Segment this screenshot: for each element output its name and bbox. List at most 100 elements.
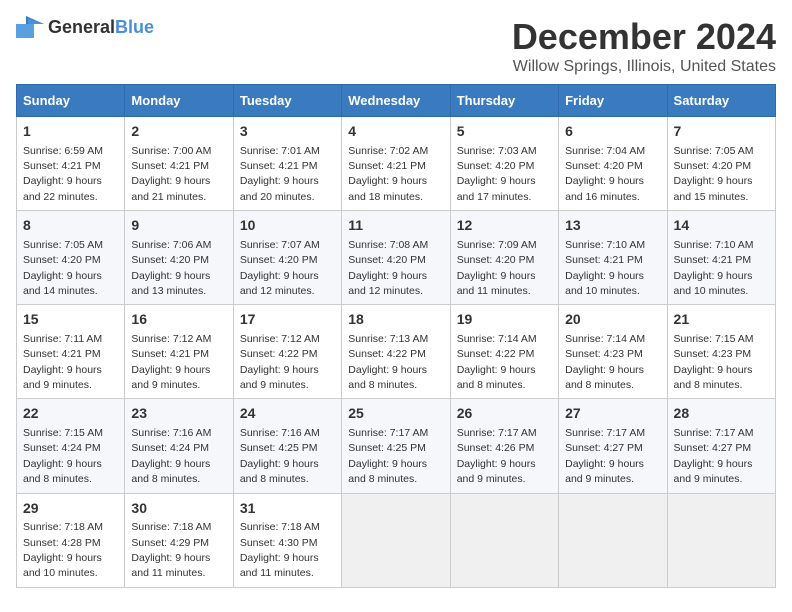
day-info: Sunrise: 7:17 AMSunset: 4:25 PMDaylight:… (348, 427, 428, 485)
day-info: Sunrise: 7:13 AMSunset: 4:22 PMDaylight:… (348, 333, 428, 391)
calendar-cell: 29Sunrise: 7:18 AMSunset: 4:28 PMDayligh… (17, 493, 125, 587)
day-number: 6 (565, 122, 660, 142)
calendar-cell: 24Sunrise: 7:16 AMSunset: 4:25 PMDayligh… (233, 399, 341, 493)
calendar-week-row: 1Sunrise: 6:59 AMSunset: 4:21 PMDaylight… (17, 117, 776, 211)
day-info: Sunrise: 7:05 AMSunset: 4:20 PMDaylight:… (23, 239, 103, 297)
calendar-day-header: Friday (559, 85, 667, 117)
calendar-day-header: Thursday (450, 85, 558, 117)
day-number: 10 (240, 216, 335, 236)
page-header: GeneralBlue December 2024 Willow Springs… (16, 16, 776, 76)
day-info: Sunrise: 7:07 AMSunset: 4:20 PMDaylight:… (240, 239, 320, 297)
day-number: 30 (131, 499, 226, 519)
calendar-cell: 9Sunrise: 7:06 AMSunset: 4:20 PMDaylight… (125, 211, 233, 305)
calendar-cell: 15 Sunrise: 7:11 AMSunset: 4:21 PMDayligh… (17, 305, 125, 399)
calendar-cell: 17 Sunrise: 7:12 AMSunset: 4:22 PMDayligh… (233, 305, 341, 399)
calendar-cell: 8 Sunrise: 7:05 AMSunset: 4:20 PMDaylight… (17, 211, 125, 305)
calendar-cell: 4 Sunrise: 7:02 AMSunset: 4:21 PMDaylight… (342, 117, 450, 211)
day-number: 17 (240, 310, 335, 330)
day-number: 26 (457, 404, 552, 424)
calendar-cell (559, 493, 667, 587)
day-number: 4 (348, 122, 443, 142)
calendar-cell: 12 Sunrise: 7:09 AMSunset: 4:20 PMDayligh… (450, 211, 558, 305)
day-number: 13 (565, 216, 660, 236)
day-info: Sunrise: 7:15 AMSunset: 4:24 PMDaylight:… (23, 427, 103, 485)
day-info: Sunrise: 7:17 AMSunset: 4:26 PMDaylight:… (457, 427, 537, 485)
calendar-day-header: Saturday (667, 85, 775, 117)
day-number: 14 (674, 216, 769, 236)
day-number: 24 (240, 404, 335, 424)
day-number: 22 (23, 404, 118, 424)
month-title: December 2024 (512, 16, 776, 58)
day-number: 7 (674, 122, 769, 142)
day-info: Sunrise: 7:17 AMSunset: 4:27 PMDaylight:… (565, 427, 645, 485)
day-info: Sunrise: 7:14 AMSunset: 4:23 PMDaylight:… (565, 333, 645, 391)
calendar-cell: 14 Sunrise: 7:10 AMSunset: 4:21 PMDayligh… (667, 211, 775, 305)
day-info: Sunrise: 7:18 AMSunset: 4:29 PMDaylight:… (131, 521, 211, 579)
day-info: Sunrise: 7:10 AMSunset: 4:21 PMDaylight:… (565, 239, 645, 297)
calendar-cell: 1Sunrise: 6:59 AMSunset: 4:21 PMDaylight… (17, 117, 125, 211)
day-info: Sunrise: 7:05 AMSunset: 4:20 PMDaylight:… (674, 145, 754, 203)
calendar-week-row: 15 Sunrise: 7:11 AMSunset: 4:21 PMDayligh… (17, 305, 776, 399)
day-info: Sunrise: 7:17 AMSunset: 4:27 PMDaylight:… (674, 427, 754, 485)
day-number: 5 (457, 122, 552, 142)
calendar-cell (667, 493, 775, 587)
calendar-cell: 20 Sunrise: 7:14 AMSunset: 4:23 PMDayligh… (559, 305, 667, 399)
calendar-cell: 23 Sunrise: 7:16 AMSunset: 4:24 PMDayligh… (125, 399, 233, 493)
day-info: Sunrise: 7:15 AMSunset: 4:23 PMDaylight:… (674, 333, 754, 391)
calendar-cell: 25 Sunrise: 7:17 AMSunset: 4:25 PMDayligh… (342, 399, 450, 493)
day-info: Sunrise: 7:09 AMSunset: 4:20 PMDaylight:… (457, 239, 537, 297)
day-number: 3 (240, 122, 335, 142)
logo-text-blue: Blue (115, 17, 154, 37)
day-info: Sunrise: 7:00 AMSunset: 4:21 PMDaylight:… (131, 145, 211, 203)
day-info: Sunrise: 6:59 AMSunset: 4:21 PMDaylight:… (23, 145, 103, 203)
day-info: Sunrise: 7:01 AMSunset: 4:21 PMDaylight:… (240, 145, 320, 203)
logo-text-general: General (48, 17, 115, 37)
logo: GeneralBlue (16, 16, 154, 38)
calendar-day-header: Wednesday (342, 85, 450, 117)
calendar-day-header: Monday (125, 85, 233, 117)
calendar-cell: 28 Sunrise: 7:17 AMSunset: 4:27 PMDayligh… (667, 399, 775, 493)
calendar-body: 1Sunrise: 6:59 AMSunset: 4:21 PMDaylight… (17, 117, 776, 588)
day-info: Sunrise: 7:08 AMSunset: 4:20 PMDaylight:… (348, 239, 428, 297)
title-area: December 2024 Willow Springs, Illinois, … (512, 16, 776, 76)
location-title: Willow Springs, Illinois, United States (512, 58, 776, 76)
day-info: Sunrise: 7:10 AMSunset: 4:21 PMDaylight:… (674, 239, 754, 297)
day-info: Sunrise: 7:12 AMSunset: 4:22 PMDaylight:… (240, 333, 320, 391)
calendar-cell: 10 Sunrise: 7:07 AMSunset: 4:20 PMDayligh… (233, 211, 341, 305)
day-number: 12 (457, 216, 552, 236)
day-number: 15 (23, 310, 118, 330)
day-number: 20 (565, 310, 660, 330)
calendar-week-row: 29Sunrise: 7:18 AMSunset: 4:28 PMDayligh… (17, 493, 776, 587)
calendar-table: SundayMondayTuesdayWednesdayThursdayFrid… (16, 84, 776, 588)
day-info: Sunrise: 7:18 AMSunset: 4:30 PMDaylight:… (240, 521, 320, 579)
day-number: 18 (348, 310, 443, 330)
calendar-cell: 13 Sunrise: 7:10 AMSunset: 4:21 PMDayligh… (559, 211, 667, 305)
calendar-cell: 31Sunrise: 7:18 AMSunset: 4:30 PMDayligh… (233, 493, 341, 587)
calendar-cell (342, 493, 450, 587)
day-info: Sunrise: 7:03 AMSunset: 4:20 PMDaylight:… (457, 145, 537, 203)
day-info: Sunrise: 7:18 AMSunset: 4:28 PMDaylight:… (23, 521, 103, 579)
calendar-header-row: SundayMondayTuesdayWednesdayThursdayFrid… (17, 85, 776, 117)
day-info: Sunrise: 7:11 AMSunset: 4:21 PMDaylight:… (23, 333, 102, 391)
day-number: 2 (131, 122, 226, 142)
day-number: 25 (348, 404, 443, 424)
day-number: 8 (23, 216, 118, 236)
calendar-cell: 26 Sunrise: 7:17 AMSunset: 4:26 PMDayligh… (450, 399, 558, 493)
calendar-cell: 5 Sunrise: 7:03 AMSunset: 4:20 PMDaylight… (450, 117, 558, 211)
calendar-cell: 3 Sunrise: 7:01 AMSunset: 4:21 PMDaylight… (233, 117, 341, 211)
day-info: Sunrise: 7:02 AMSunset: 4:21 PMDaylight:… (348, 145, 428, 203)
calendar-cell: 7 Sunrise: 7:05 AMSunset: 4:20 PMDaylight… (667, 117, 775, 211)
day-number: 28 (674, 404, 769, 424)
day-info: Sunrise: 7:04 AMSunset: 4:20 PMDaylight:… (565, 145, 645, 203)
day-number: 27 (565, 404, 660, 424)
day-info: Sunrise: 7:16 AMSunset: 4:24 PMDaylight:… (131, 427, 211, 485)
logo-icon (16, 16, 44, 38)
calendar-cell: 27 Sunrise: 7:17 AMSunset: 4:27 PMDayligh… (559, 399, 667, 493)
day-number: 19 (457, 310, 552, 330)
calendar-cell: 16Sunrise: 7:12 AMSunset: 4:21 PMDayligh… (125, 305, 233, 399)
calendar-cell (450, 493, 558, 587)
calendar-week-row: 22 Sunrise: 7:15 AMSunset: 4:24 PMDayligh… (17, 399, 776, 493)
day-number: 23 (131, 404, 226, 424)
calendar-cell: 30Sunrise: 7:18 AMSunset: 4:29 PMDayligh… (125, 493, 233, 587)
day-number: 9 (131, 216, 226, 236)
